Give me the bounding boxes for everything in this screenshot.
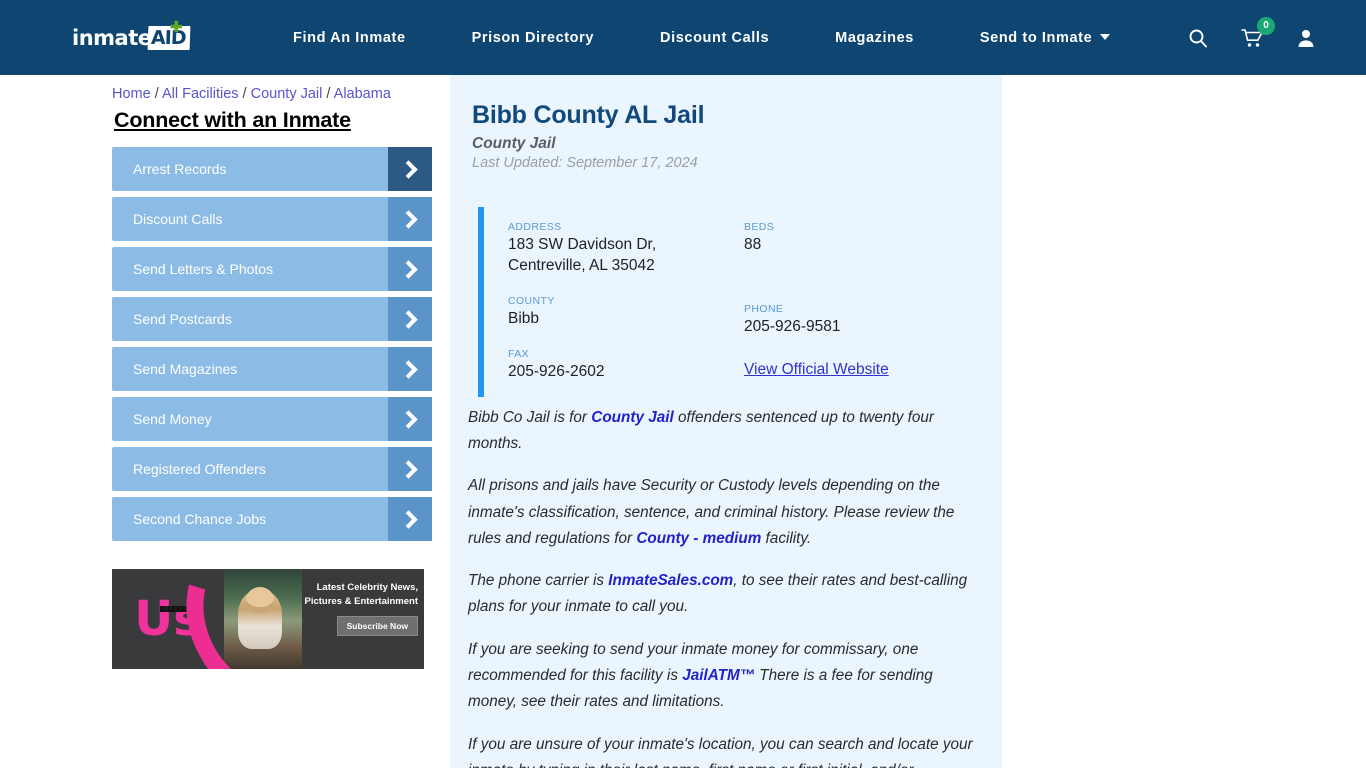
facility-description: Bibb Co Jail is for County Jail offender… — [450, 397, 1002, 768]
advertisement-banner[interactable]: Us Latest Celebrity News, Pictures & Ent… — [112, 569, 424, 669]
page-title: Bibb County AL Jail — [472, 101, 705, 129]
info-phone: PHONE 205-926-9581 — [744, 303, 980, 338]
user-icon[interactable] — [1294, 26, 1318, 50]
description-paragraph: Bibb Co Jail is for County Jail offender… — [468, 405, 984, 458]
main-nav: Find An Inmate Prison Directory Discount… — [260, 30, 1143, 46]
address-line-1: 183 SW Davidson Dr, — [508, 236, 657, 253]
nav-item-send-to-inmate[interactable]: Send to Inmate — [947, 30, 1143, 46]
info-value: 88 — [744, 236, 762, 253]
cart-count-badge: 0 — [1257, 16, 1275, 35]
inline-text: Bibb Co Jail is for — [468, 408, 592, 426]
inline-link[interactable]: County Jail — [591, 409, 673, 426]
site-header: inmate AID ✚ Find An Inmate Prison Direc… — [0, 0, 1366, 75]
facility-info-block: ADDRESS 183 SW Davidson Dr, Centreville,… — [478, 207, 980, 397]
ad-subscribe-button[interactable]: Subscribe Now — [336, 615, 418, 636]
sidebar-heading: Connect with an Inmate — [114, 108, 351, 132]
sidebar-item-label: Send Magazines — [133, 361, 238, 377]
info-county: COUNTY Bibb — [508, 295, 744, 330]
info-label: ADDRESS — [508, 221, 562, 233]
chevron-right-icon — [388, 497, 432, 541]
sidebar-item-label: Send Letters & Photos — [133, 261, 274, 277]
chevron-right-icon — [388, 447, 432, 491]
sidebar-item-second-chance-jobs[interactable]: Second Chance Jobs — [112, 497, 432, 541]
sidebar-item-send-magazines[interactable]: Send Magazines — [112, 347, 432, 391]
chevron-right-icon — [388, 147, 432, 191]
description-paragraph: The phone carrier is InmateSales.com, to… — [468, 568, 984, 621]
cart-icon[interactable]: 0 — [1240, 16, 1275, 50]
header-actions: 0 — [1186, 16, 1342, 50]
breadcrumb-separator: / — [322, 86, 334, 102]
inline-link[interactable]: InmateSales.com — [608, 572, 733, 589]
sidebar-item-label: Arrest Records — [133, 161, 227, 177]
last-updated: Last Updated: September 17, 2024 — [472, 155, 698, 171]
info-column-right: BEDS 88 PHONE 205-926-9581 View Official… — [744, 221, 980, 383]
sidebar-item-label: Registered Offenders — [133, 461, 266, 477]
nav-item-prison-directory[interactable]: Prison Directory — [439, 30, 627, 46]
info-column-left: ADDRESS 183 SW Davidson Dr, Centreville,… — [508, 221, 744, 383]
breadcrumb-item-all-facilities[interactable]: All Facilities — [162, 86, 239, 102]
info-label: PHONE — [744, 302, 784, 315]
description-paragraph: If you are seeking to send your inmate m… — [468, 637, 984, 716]
inline-text: facility. — [761, 529, 812, 547]
breadcrumb-item-alabama[interactable]: Alabama — [334, 86, 391, 102]
chevron-right-icon — [388, 197, 432, 241]
inline-text: If you are unsure of your inmate's locat… — [468, 735, 973, 768]
info-label: COUNTY — [508, 294, 555, 307]
breadcrumb-separator: / — [150, 86, 162, 102]
facility-card: Bibb County AL Jail County Jail Last Upd… — [450, 75, 1002, 768]
sidebar-item-label: Second Chance Jobs — [133, 511, 267, 527]
page-body: Home / All Facilities / County Jail / Al… — [0, 75, 1366, 768]
chevron-right-icon — [388, 397, 432, 441]
nav-item-discount-calls[interactable]: Discount Calls — [627, 30, 802, 46]
sidebar: Connect with an Inmate Arrest Records Di… — [0, 75, 432, 768]
info-label: BEDS — [744, 221, 775, 233]
sidebar-item-send-postcards[interactable]: Send Postcards — [112, 297, 432, 341]
breadcrumb-separator: / — [238, 86, 251, 102]
info-beds: BEDS 88 — [744, 221, 980, 256]
sidebar-item-label: Discount Calls — [133, 211, 223, 227]
site-logo[interactable]: inmate AID ✚ — [72, 20, 191, 52]
info-website: View Official Website — [744, 356, 980, 379]
inline-text: The phone carrier is — [468, 572, 609, 590]
description-paragraph: If you are unsure of your inmate's locat… — [468, 732, 984, 768]
sidebar-item-registered-offenders[interactable]: Registered Offenders — [112, 447, 432, 491]
breadcrumb-item-home[interactable]: Home — [112, 86, 151, 102]
address-line-2: Centreville, AL 35042 — [508, 256, 655, 274]
facility-header: Bibb County AL Jail County Jail Last Upd… — [450, 75, 1002, 397]
logo-wordmark: inmate — [72, 25, 152, 50]
sidebar-item-send-money[interactable]: Send Money — [112, 397, 432, 441]
sidebar-item-arrest-records[interactable]: Arrest Records — [112, 147, 432, 191]
facility-type: County Jail — [472, 135, 556, 152]
inline-link[interactable]: County - medium — [636, 530, 761, 547]
inline-link[interactable]: JailATM™ — [682, 667, 755, 684]
sidebar-item-label: Send Money — [133, 411, 212, 427]
info-label: FAX — [508, 347, 530, 360]
chevron-right-icon — [388, 347, 432, 391]
info-fax: FAX 205-926-2602 — [508, 348, 744, 383]
chevron-right-icon — [388, 297, 432, 341]
breadcrumb-item-county-jail[interactable]: County Jail — [251, 86, 323, 102]
nav-item-find-an-inmate[interactable]: Find An Inmate — [260, 30, 439, 46]
info-value: 205-926-9581 — [744, 317, 841, 335]
ad-copy: Latest Celebrity News, Pictures & Entert… — [302, 569, 424, 669]
info-address: ADDRESS 183 SW Davidson Dr, Centreville,… — [508, 221, 744, 277]
sidebar-item-discount-calls[interactable]: Discount Calls — [112, 197, 432, 241]
chevron-right-icon — [388, 247, 432, 291]
info-value: Bibb — [508, 309, 540, 327]
ad-headline: Latest Celebrity News, Pictures & Entert… — [304, 582, 419, 607]
description-paragraph: All prisons and jails have Security or C… — [468, 473, 984, 552]
view-official-website-link[interactable]: View Official Website — [744, 361, 889, 379]
info-value: 205-926-2602 — [508, 362, 605, 380]
sidebar-item-send-letters-photos[interactable]: Send Letters & Photos — [112, 247, 432, 291]
search-icon[interactable] — [1186, 26, 1210, 50]
breadcrumb: Home / All Facilities / County Jail / Al… — [112, 86, 391, 102]
sidebar-item-label: Send Postcards — [133, 311, 232, 327]
nav-item-magazines[interactable]: Magazines — [802, 30, 947, 46]
plus-icon: ✚ — [170, 18, 183, 36]
info-value: 183 SW Davidson Dr, Centreville, AL 3504… — [508, 235, 744, 277]
